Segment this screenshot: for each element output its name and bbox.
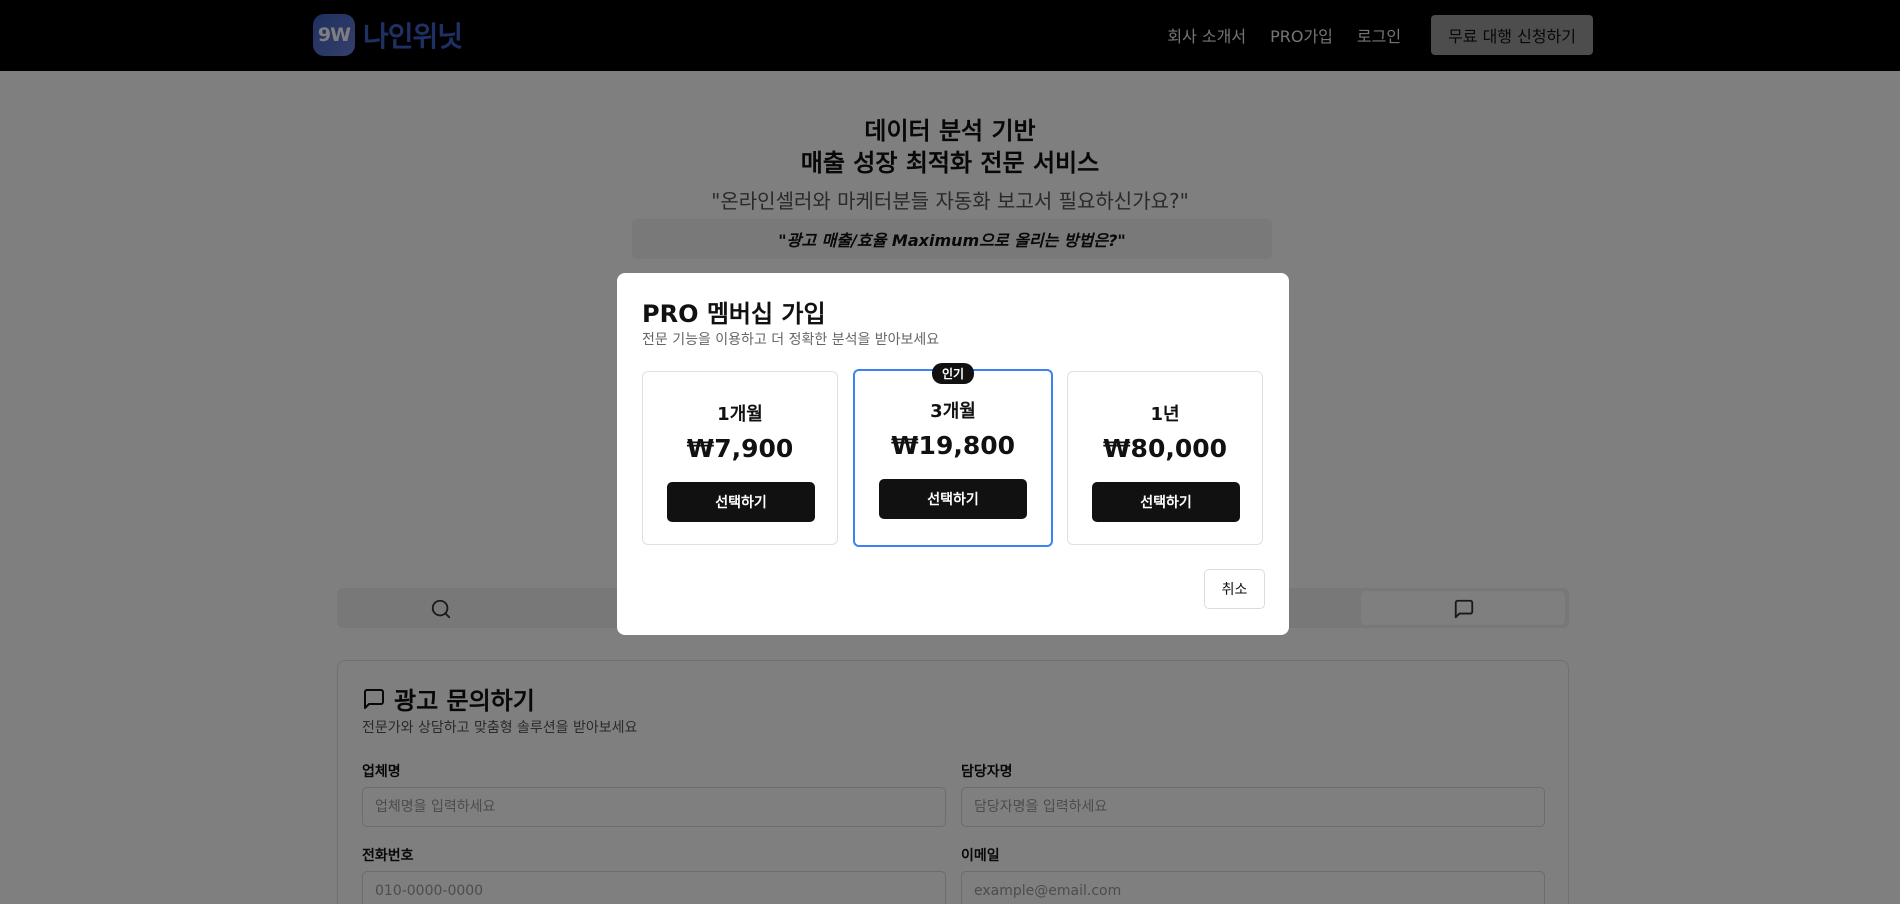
plan-card-1-year[interactable]: 1년 ₩80,000 선택하기 <box>1067 371 1263 545</box>
modal-subtitle: 전문 기능을 이용하고 더 정확한 분석을 받아보세요 <box>642 332 940 348</box>
modal-title: PRO 멤버십 가입 <box>642 300 826 328</box>
popular-badge: 인기 <box>932 363 975 384</box>
select-plan-button[interactable]: 선택하기 <box>879 479 1027 519</box>
select-plan-button[interactable]: 선택하기 <box>1092 482 1240 522</box>
plan-name: 1개월 <box>717 404 763 425</box>
cancel-button[interactable]: 취소 <box>1204 569 1265 609</box>
select-plan-button[interactable]: 선택하기 <box>667 482 815 522</box>
plan-price: ₩80,000 <box>1102 434 1228 463</box>
plan-card-1-month[interactable]: 1개월 ₩7,900 선택하기 <box>642 371 838 545</box>
plan-price: ₩7,900 <box>686 434 794 463</box>
plan-name: 3개월 <box>930 401 976 422</box>
pro-membership-modal: PRO 멤버십 가입 전문 기능을 이용하고 더 정확한 분석을 받아보세요 1… <box>617 273 1289 635</box>
plan-price: ₩19,800 <box>890 431 1016 460</box>
plan-card-3-months[interactable]: 인기 3개월 ₩19,800 선택하기 <box>853 363 1053 547</box>
plan-name: 1년 <box>1150 404 1180 425</box>
